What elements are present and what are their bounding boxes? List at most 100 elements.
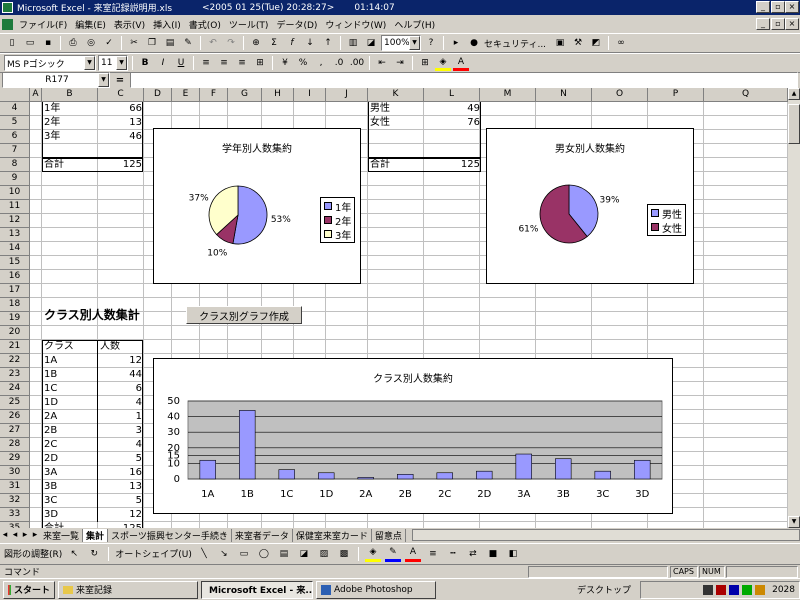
task-button-active[interactable]: Microsoft Excel - 来... xyxy=(201,580,313,599)
currency-icon[interactable]: ¥ xyxy=(277,55,293,71)
decrease-indent-icon[interactable]: ⇤ xyxy=(374,55,390,71)
help-icon[interactable]: ? xyxy=(423,35,439,51)
redo-icon[interactable]: ↷ xyxy=(223,35,239,51)
sort-ascending-icon[interactable]: ↓ xyxy=(302,35,318,51)
row-header[interactable]: 33 xyxy=(0,508,30,522)
drawing-icon[interactable]: ◪ xyxy=(363,35,379,51)
tray-clock[interactable]: 2028 xyxy=(772,585,795,595)
bar[interactable] xyxy=(476,470,493,480)
last-sheet-icon[interactable]: ▸ xyxy=(30,530,40,540)
doc-close-button[interactable]: × xyxy=(785,18,799,30)
row-header[interactable]: 24 xyxy=(0,382,30,396)
column-header[interactable]: O xyxy=(592,88,648,102)
menu-format[interactable]: 書式(O) xyxy=(185,18,225,31)
sheet-tab[interactable]: 保健室来室カード xyxy=(293,528,372,542)
chevron-down-icon[interactable]: ▼ xyxy=(116,56,127,70)
column-header[interactable]: N xyxy=(536,88,592,102)
row-header[interactable]: 4 xyxy=(0,102,30,116)
cut-icon[interactable]: ✂ xyxy=(126,35,142,51)
binoculars-icon[interactable]: ∞ xyxy=(613,35,629,51)
new-icon[interactable]: ▯ xyxy=(4,35,20,51)
row-header[interactable]: 22 xyxy=(0,354,30,368)
shadow-icon[interactable]: ■ xyxy=(485,546,501,562)
scroll-thumb[interactable] xyxy=(788,104,800,144)
horizontal-scrollbar[interactable] xyxy=(411,529,800,541)
chevron-down-icon[interactable]: ▼ xyxy=(84,56,95,70)
arrow-style-icon[interactable]: ⇄ xyxy=(465,546,481,562)
excel-doc-icon[interactable] xyxy=(2,18,13,30)
bar[interactable] xyxy=(594,470,611,480)
decrease-decimal-icon[interactable]: .00 xyxy=(349,55,365,71)
bar[interactable] xyxy=(397,474,414,480)
desktop-toolbar[interactable]: デスクトップ xyxy=(577,583,631,596)
row-header[interactable]: 19 xyxy=(0,312,30,326)
class-bar-chart[interactable]: クラス別人数集約 0 10 15 20 30 40 50 1A 1B 1C 1D 2A 2B 2C 2D 3A… xyxy=(153,358,673,514)
task-button[interactable]: 来室記録 xyxy=(58,580,198,599)
bar[interactable] xyxy=(318,472,335,480)
next-sheet-icon[interactable]: ▸ xyxy=(20,530,30,540)
draw-menu[interactable]: 図形の調整(R) xyxy=(4,547,62,560)
run-macro-icon[interactable]: ▸ xyxy=(448,35,464,51)
tray-icon[interactable] xyxy=(742,584,753,595)
rotate-icon[interactable]: ↻ xyxy=(86,546,102,562)
zoom-select[interactable]: 100% ▼ xyxy=(381,35,421,51)
comma-icon[interactable]: , xyxy=(313,55,329,71)
picture-icon[interactable]: ▩ xyxy=(336,546,352,562)
copy-icon[interactable]: ❐ xyxy=(144,35,160,51)
toolbox-icon[interactable]: ▣ xyxy=(552,35,568,51)
create-class-chart-button[interactable]: クラス別グラフ作成 xyxy=(186,306,302,324)
column-header[interactable]: F xyxy=(200,88,228,102)
3d-icon[interactable]: ◧ xyxy=(505,546,521,562)
menu-view[interactable]: 表示(V) xyxy=(110,18,149,31)
row-header[interactable]: 12 xyxy=(0,214,30,228)
italic-icon[interactable]: I xyxy=(155,55,171,71)
row-header[interactable]: 6 xyxy=(0,130,30,144)
save-icon[interactable]: ▪ xyxy=(40,35,56,51)
bar[interactable] xyxy=(357,477,374,480)
column-header[interactable]: L xyxy=(424,88,480,102)
align-right-icon[interactable]: ≡ xyxy=(234,55,250,71)
start-button[interactable]: スタート xyxy=(3,580,55,599)
sheet-tab[interactable]: 留意点 xyxy=(372,528,406,542)
bar[interactable] xyxy=(555,458,572,480)
textbox-icon[interactable]: ▤ xyxy=(276,546,292,562)
bold-icon[interactable]: B xyxy=(137,55,153,71)
tray-icon[interactable] xyxy=(703,584,714,595)
row-header[interactable]: 32 xyxy=(0,494,30,508)
column-header[interactable]: Q xyxy=(704,88,788,102)
line-color-icon[interactable]: ✎ xyxy=(384,546,401,562)
autoshape-menu[interactable]: オートシェイプ(U) xyxy=(115,547,192,560)
font-color-icon[interactable]: A xyxy=(453,55,469,71)
paste-icon[interactable]: ▤ xyxy=(162,35,178,51)
record-macro-icon[interactable]: ● xyxy=(466,35,482,51)
undo-icon[interactable]: ↶ xyxy=(205,35,221,51)
arrow-icon[interactable]: ↘ xyxy=(216,546,232,562)
column-header[interactable]: K xyxy=(368,88,424,102)
row-header[interactable]: 18 xyxy=(0,298,30,312)
line-style-icon[interactable]: ≡ xyxy=(425,546,441,562)
row-header[interactable]: 31 xyxy=(0,480,30,494)
bar[interactable] xyxy=(278,469,295,480)
row-header[interactable]: 14 xyxy=(0,242,30,256)
menu-window[interactable]: ウィンドウ(W) xyxy=(321,18,390,31)
rectangle-icon[interactable]: ▭ xyxy=(236,546,252,562)
fill-color-icon[interactable]: ◈ xyxy=(364,546,381,562)
hyperlink-icon[interactable]: ⊕ xyxy=(248,35,264,51)
row-header[interactable]: 23 xyxy=(0,368,30,382)
increase-indent-icon[interactable]: ⇥ xyxy=(392,55,408,71)
doc-minimize-button[interactable]: _ xyxy=(756,18,770,30)
row-header[interactable]: 27 xyxy=(0,424,30,438)
column-header[interactable]: M xyxy=(480,88,536,102)
formula-input[interactable] xyxy=(130,72,798,88)
column-header[interactable]: B xyxy=(42,88,98,102)
close-button[interactable]: × xyxy=(785,1,799,13)
print-icon[interactable]: ⎙ xyxy=(65,35,81,51)
open-icon[interactable]: ▭ xyxy=(22,35,38,51)
chevron-down-icon[interactable]: ▼ xyxy=(98,73,109,87)
sheet-tab[interactable]: 来室一覧 xyxy=(40,528,84,542)
line-icon[interactable]: ╲ xyxy=(196,546,212,562)
scroll-up-icon[interactable]: ▲ xyxy=(788,88,800,100)
row-header[interactable]: 5 xyxy=(0,116,30,130)
sort-descending-icon[interactable]: ↑ xyxy=(320,35,336,51)
underline-icon[interactable]: U xyxy=(173,55,189,71)
